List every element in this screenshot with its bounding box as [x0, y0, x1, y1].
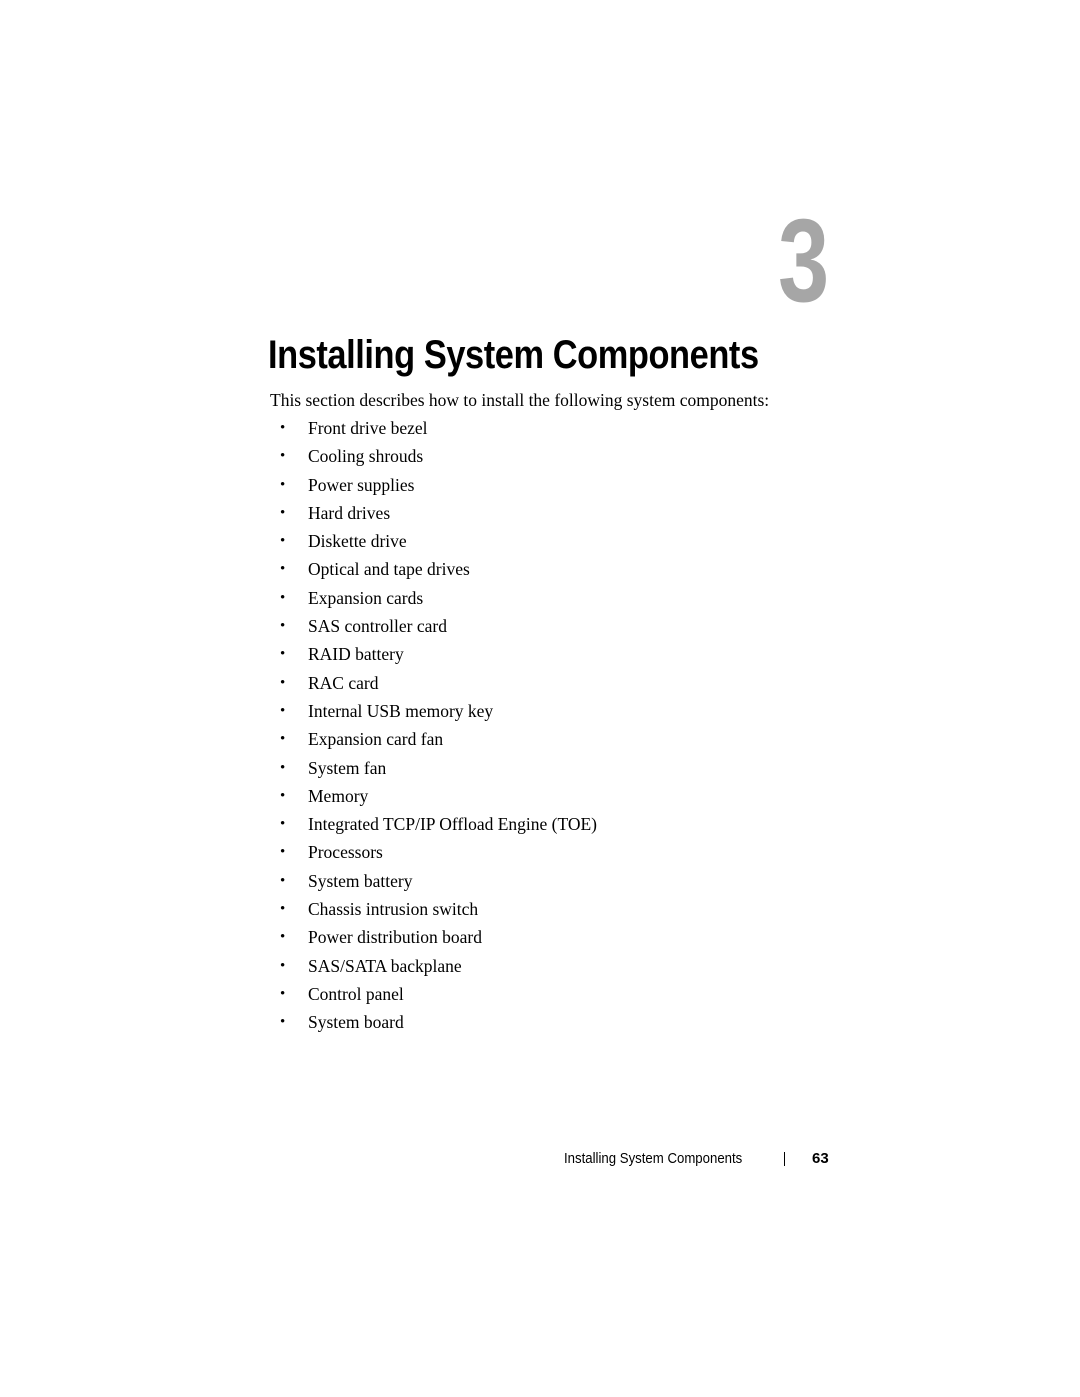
bullet-icon: •	[280, 957, 286, 974]
footer-section-title: Installing System Components	[564, 1150, 743, 1167]
list-item-text: Cooling shrouds	[308, 446, 424, 467]
page-number: 63	[812, 1150, 829, 1167]
list-item: • Integrated TCP/IP Offload Engine (TOE)	[270, 812, 597, 840]
bullet-icon: •	[280, 448, 286, 465]
component-list: • Front drive bezel • Cooling shrouds • Power…	[270, 416, 597, 1039]
list-item-text: Memory	[308, 785, 369, 806]
bullet-icon: •	[280, 561, 286, 578]
list-item-text: RAID battery	[308, 644, 404, 665]
list-item: • Front drive bezel	[270, 416, 597, 444]
bullet-icon: •	[280, 929, 286, 946]
bullet-icon: •	[280, 844, 286, 861]
list-item-text: SAS controller card	[308, 616, 447, 637]
list-item: • Expansion cards	[270, 586, 597, 614]
list-item: • Processors	[270, 840, 597, 868]
list-item-text: Diskette drive	[308, 531, 407, 552]
bullet-icon: •	[280, 420, 286, 436]
list-item: • System battery	[270, 869, 597, 897]
list-item-text: Control panel	[308, 983, 404, 1004]
list-item-text: Expansion card fan	[308, 729, 444, 750]
list-item-text: System board	[308, 1012, 404, 1033]
bullet-icon: •	[280, 618, 286, 635]
list-item: • Power distribution board	[270, 925, 597, 953]
list-item-text: Front drive bezel	[308, 418, 428, 438]
chapter-title: Installing System Components	[268, 333, 759, 377]
list-item: • SAS/SATA backplane	[270, 954, 597, 982]
list-item: • Diskette drive	[270, 529, 597, 557]
list-item-text: Optical and tape drives	[308, 559, 470, 580]
bullet-icon: •	[280, 646, 286, 663]
list-item: • Expansion card fan	[270, 727, 597, 755]
list-item-text: Chassis intrusion switch	[308, 899, 479, 920]
chapter-number: 3	[778, 195, 829, 327]
bullet-icon: •	[280, 985, 286, 1002]
bullet-icon: •	[280, 731, 286, 748]
list-item: • Internal USB memory key	[270, 699, 597, 727]
list-item: • Control panel	[270, 982, 597, 1010]
list-item: • Power supplies	[270, 473, 597, 501]
bullet-icon: •	[280, 787, 286, 804]
page-footer: Installing System Components 63	[564, 1148, 829, 1170]
list-item-text: Power distribution board	[308, 927, 483, 948]
list-item-text: Internal USB memory key	[308, 700, 494, 721]
list-item-text: Hard drives	[308, 502, 391, 523]
list-item-text: Integrated TCP/IP Offload Engine (TOE)	[308, 814, 598, 835]
bullet-icon: •	[280, 533, 286, 550]
bullet-icon: •	[280, 504, 286, 521]
list-item: • System fan	[270, 756, 597, 784]
list-item: • RAID battery	[270, 642, 597, 670]
footer-divider	[784, 1152, 785, 1166]
list-item: • Memory	[270, 784, 597, 812]
bullet-icon: •	[280, 476, 286, 493]
bullet-icon: •	[280, 901, 286, 918]
intro-paragraph: This section describes how to install th…	[270, 390, 770, 410]
list-item-text: Expansion cards	[308, 587, 424, 608]
list-item: • Hard drives	[270, 501, 597, 529]
list-item-text: Processors	[308, 842, 383, 863]
list-item-text: System battery	[308, 870, 413, 891]
list-item: • RAC card	[270, 671, 597, 699]
list-item: • Optical and tape drives	[270, 557, 597, 585]
bullet-icon: •	[280, 589, 286, 606]
bullet-icon: •	[280, 872, 286, 889]
bullet-icon: •	[280, 702, 286, 719]
list-item: • Chassis intrusion switch	[270, 897, 597, 925]
bullet-icon: •	[280, 759, 286, 776]
list-item-text: Power supplies	[308, 474, 415, 495]
list-item: • System board	[270, 1010, 597, 1038]
list-item: • SAS controller card	[270, 614, 597, 642]
bullet-icon: •	[280, 816, 286, 833]
list-item-text: RAC card	[308, 672, 379, 693]
list-item-text: System fan	[308, 757, 387, 778]
list-item-text: SAS/SATA backplane	[308, 955, 462, 976]
bullet-icon: •	[280, 674, 286, 691]
bullet-icon: •	[280, 1014, 286, 1031]
list-item: • Cooling shrouds	[270, 444, 597, 472]
